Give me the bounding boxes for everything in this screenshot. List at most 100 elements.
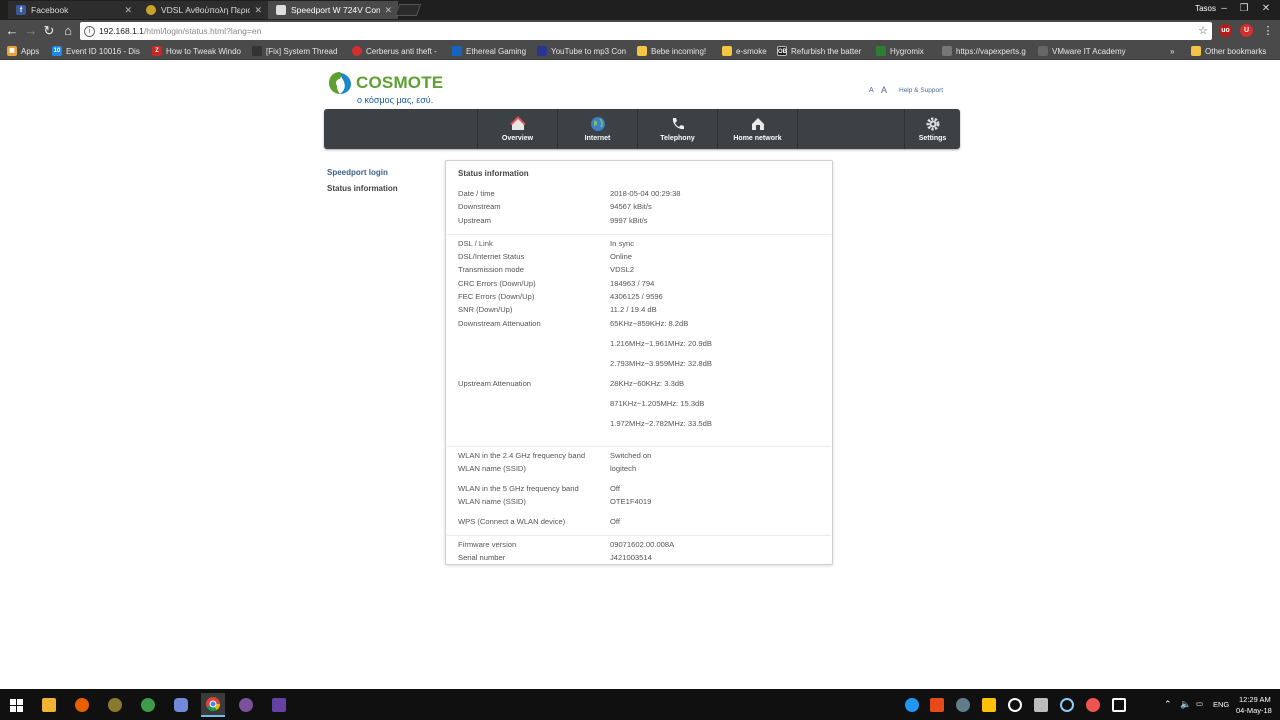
help-support-link[interactable]: Help & Support (899, 87, 943, 94)
row-value: 2018-05-04 00:29:38 (610, 189, 681, 198)
sidebar-speedport-login[interactable]: Speedport login (327, 168, 388, 177)
ublock-icon[interactable]: uo (1219, 24, 1232, 37)
page-content: COSMOTE ο κόσμος μας, εσύ. A A Help & Su… (0, 61, 1280, 689)
tab-title: VDSL Ανθούπολη Περιστ (161, 5, 251, 15)
status-row-downstream-attenuation: Downstream Attenuation 65KHz~859KHz: 8.2d… (458, 319, 828, 330)
tray-forza[interactable] (977, 693, 1001, 717)
tab-vdsl-forum[interactable]: VDSL Ανθούπολη Περιστ ✕ (138, 1, 268, 19)
profile-user[interactable]: Tasos (1195, 4, 1216, 13)
bookmark-youtube-mp3[interactable]: YouTube to mp3 Con (537, 45, 629, 57)
close-icon[interactable]: ✕ (384, 5, 392, 16)
back-icon[interactable]: ← (4, 23, 20, 39)
row-value: 2.793MHz~3.959MHz: 32.8dB (610, 359, 712, 368)
status-panel: Status information Date / time 2018-05-04… (445, 160, 833, 565)
menu-home-network[interactable]: Home network (717, 109, 797, 149)
tray-app-8[interactable] (1081, 693, 1105, 717)
new-tab-button[interactable] (394, 4, 422, 16)
taskbar-globe-app[interactable] (136, 693, 160, 717)
forza-icon (982, 698, 996, 712)
tray-app-7[interactable] (1055, 693, 1079, 717)
menu-settings[interactable]: Settings (904, 109, 960, 149)
status-row-wps: WPS (Connect a WLAN device) Off (458, 517, 828, 528)
bookmark-refurbish-battery[interactable]: OB Refurbish the batter (777, 45, 869, 57)
status-row-upstream-attenuation: Upstream Attenuation 28KHz~60KHz: 3.3dB (458, 379, 828, 390)
tray-app-3[interactable] (951, 693, 975, 717)
bookmark-apps[interactable]: ▦ Apps (7, 45, 39, 57)
status-row-crc-errors: CRC Errors (Down/Up) 184963 / 794 (458, 279, 828, 290)
address-bar[interactable]: i 192.168.1.1 /html/login/status.html?la… (80, 22, 1212, 40)
taskbar-firefox[interactable] (70, 693, 94, 717)
tray-doom[interactable] (1029, 693, 1053, 717)
close-icon[interactable]: ✕ (254, 5, 262, 16)
bookmark-system-thread[interactable]: [Fix] System Thread (252, 45, 340, 57)
menu-kebab-icon[interactable]: ⋮ (1260, 23, 1276, 39)
menu-telephony[interactable]: Telephony (637, 109, 717, 149)
minimize-icon[interactable]: – (1214, 1, 1234, 18)
bookmark-vapexperts[interactable]: https://vapexperts.g (942, 45, 1032, 57)
row-label: Upstream (458, 216, 491, 225)
bookmark-bebe-incoming[interactable]: Bebe incoming! (637, 45, 717, 57)
row-value: Off (610, 517, 620, 526)
row-value: 94567 kBit/s (610, 202, 652, 211)
sidebar-status-information[interactable]: Status information (327, 184, 398, 193)
close-icon[interactable]: ✕ (124, 5, 132, 16)
menu-overview[interactable]: Overview (477, 109, 557, 149)
menu-internet[interactable]: Internet (557, 109, 637, 149)
row-value: 1.972MHz~2.782MHz: 33.5dB (610, 419, 712, 428)
overwatch-icon (1008, 698, 1022, 712)
bookmark-event-id[interactable]: 10 Event ID 10016 - Dis (52, 45, 144, 57)
tray-chevron-up-icon[interactable]: ⌃ (1164, 699, 1172, 710)
page-icon (276, 5, 286, 15)
home-network-icon (751, 118, 764, 130)
taskbar-viber[interactable] (234, 693, 258, 717)
taskbar-app-orb[interactable] (103, 693, 127, 717)
status-row-fec-errors: FEC Errors (Down/Up) 4306125 / 9596 (458, 292, 828, 303)
tray-app-1[interactable] (900, 693, 924, 717)
volume-icon[interactable]: 🔈 (1180, 699, 1191, 710)
menu-label: Internet (584, 135, 611, 142)
row-label: CRC Errors (Down/Up) (458, 279, 536, 288)
bookmark-vmware-academy[interactable]: VMware IT Academy (1038, 45, 1130, 57)
gear-icon (926, 117, 939, 131)
tab-speedport[interactable]: Speedport W 724V Conf ✕ (268, 1, 398, 19)
cosmote-logo[interactable]: COSMOTE ο κόσμος μας, εσύ. (327, 68, 457, 106)
tray-app-8-icon (1086, 698, 1100, 712)
tab-facebook[interactable]: f Facebook ✕ (8, 1, 138, 19)
font-size-large-button[interactable]: A (881, 85, 887, 95)
bookmark-hygromix[interactable]: Hygromix (876, 45, 946, 57)
extension-u-icon[interactable]: U (1240, 24, 1253, 37)
taskbar-chrome[interactable] (201, 693, 225, 717)
taskbar-discord[interactable] (169, 693, 193, 717)
row-label: WLAN name (SSID) (458, 464, 526, 473)
tray-dirt[interactable] (925, 693, 949, 717)
info-icon[interactable]: i (84, 25, 95, 37)
forward-icon[interactable]: → (23, 23, 39, 39)
font-size-small-button[interactable]: A (869, 87, 874, 94)
row-label: WLAN in the 2.4 GHz frequency band (458, 451, 586, 460)
start-button[interactable] (4, 693, 28, 717)
tray-overwatch[interactable] (1003, 693, 1027, 717)
facebook-icon: f (16, 5, 26, 15)
bookmark-ethereal-gaming[interactable]: Ethereal Gaming (452, 45, 532, 57)
taskbar-twitch[interactable] (267, 693, 291, 717)
taskbar-file-explorer[interactable] (37, 693, 61, 717)
clock-date[interactable]: 04-May-18 (1236, 706, 1272, 715)
home-icon[interactable]: ⌂ (60, 23, 76, 39)
bookmark-other[interactable]: Other bookmarks (1191, 45, 1266, 57)
bookmarks-overflow[interactable]: » (1170, 45, 1174, 57)
row-label: WPS (Connect a WLAN device) (458, 517, 566, 526)
reload-icon[interactable]: ↻ (41, 23, 57, 39)
bookmark-star-icon[interactable]: ☆ (1198, 24, 1208, 37)
windows-taskbar: ⌃ 🔈 ▭ ENG 12:29 AM 04-May-18 (0, 689, 1280, 720)
clock-time[interactable]: 12:29 AM (1239, 695, 1271, 704)
tray-app-9[interactable] (1107, 693, 1131, 717)
restore-icon[interactable]: ❐ (1234, 1, 1254, 18)
network-icon[interactable]: ▭ (1196, 699, 1203, 708)
bookmark-tweak-windows[interactable]: Z How to Tweak Windo (152, 45, 244, 57)
close-window-icon[interactable]: ✕ (1256, 1, 1276, 18)
bookmark-cerberus[interactable]: Cerberus anti theft - (352, 45, 442, 57)
input-language[interactable]: ENG (1213, 700, 1229, 709)
bookmark-e-smoke[interactable]: e-smoke (722, 45, 772, 57)
row-label: Upstream Attenuation (458, 379, 532, 388)
globe-icon (590, 117, 605, 131)
